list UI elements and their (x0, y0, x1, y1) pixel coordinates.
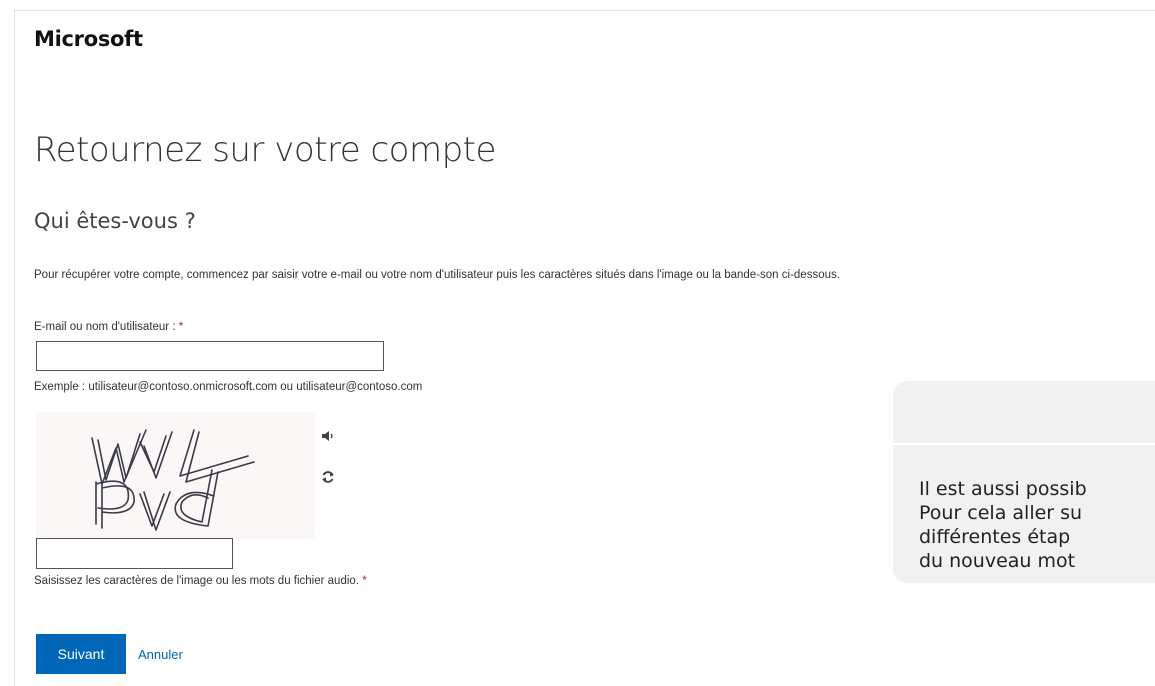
callout-line: Pour cela aller su (919, 502, 1083, 524)
section-title: Qui êtes-vous ? (34, 209, 196, 233)
refresh-icon[interactable] (320, 469, 336, 485)
instructions-text: Pour récupérer votre compte, commencez p… (34, 269, 840, 281)
email-input[interactable] (36, 341, 384, 371)
callout-header (893, 381, 1155, 445)
captcha-hint: Saisissez les caractères de l'image ou l… (34, 575, 367, 587)
required-marker: * (178, 321, 184, 333)
microsoft-logo-text: Microsoft (34, 27, 143, 51)
speaker-icon[interactable] (320, 428, 336, 444)
required-marker: * (362, 575, 367, 587)
captcha-image (36, 412, 315, 539)
cancel-link[interactable]: Annuler (138, 647, 183, 662)
callout-line: différentes étap (919, 526, 1071, 548)
email-label-text: E-mail ou nom d'utilisateur : (34, 321, 176, 333)
next-button[interactable]: Suivant (36, 634, 126, 674)
callout-line: du nouveau mot (919, 550, 1076, 572)
page-title: Retournez sur votre compte (34, 130, 496, 170)
captcha-input[interactable] (36, 538, 233, 569)
captcha-hint-text: Saisissez les caractères de l'image ou l… (34, 575, 359, 587)
callout-text: Il est aussi possib Pour cela aller su d… (919, 477, 1155, 573)
email-example-text: Exemple : utilisateur@contoso.onmicrosof… (34, 381, 423, 393)
email-field-label: E-mail ou nom d'utilisateur : * (34, 321, 183, 333)
callout-line: Il est aussi possib (919, 478, 1087, 500)
tip-callout: Il est aussi possib Pour cela aller su d… (893, 381, 1155, 583)
